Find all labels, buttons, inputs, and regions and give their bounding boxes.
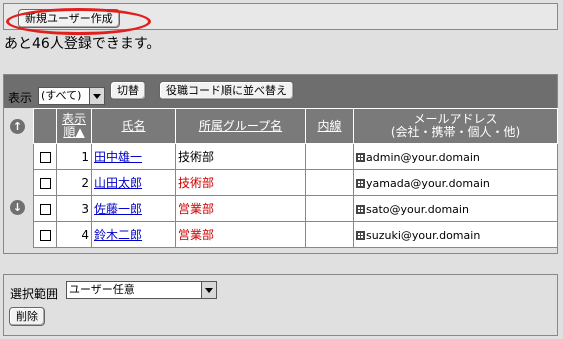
company-building-icon bbox=[356, 230, 365, 240]
company-building-icon bbox=[356, 152, 365, 162]
top-bar: 新規ユーザー作成 bbox=[3, 3, 558, 35]
row-extension bbox=[305, 195, 354, 222]
order-column-header[interactable]: 表示順▲ bbox=[56, 108, 92, 144]
user-name-link[interactable]: 佐藤一郎 bbox=[94, 202, 142, 216]
chevron-down-icon bbox=[201, 282, 216, 298]
display-filter-value: (すべて) bbox=[41, 89, 82, 102]
row-group: 営業部 bbox=[175, 195, 306, 222]
row-group: 営業部 bbox=[175, 221, 306, 248]
row-email: yamada@your.domain bbox=[366, 176, 490, 190]
row-order: 1 bbox=[56, 143, 92, 170]
extension-sort-link[interactable]: 内線 bbox=[317, 119, 341, 133]
selection-range-label: 選択範囲 bbox=[10, 287, 59, 301]
row-email: suzuki@your.domain bbox=[366, 228, 481, 242]
switch-button[interactable]: 切替 bbox=[110, 81, 146, 100]
table-row: 3 佐藤一郎 営業部 sato@your.domain bbox=[33, 195, 558, 222]
row-checkbox[interactable] bbox=[39, 151, 51, 163]
table-row: 2 山田太郎 技術部 yamada@your.domain bbox=[33, 169, 558, 196]
new-user-button[interactable]: 新規ユーザー作成 bbox=[18, 9, 120, 28]
table-row: 4 鈴木二郎 営業部 suzuki@your.domain bbox=[33, 221, 558, 248]
list-toolbar: 表示 (すべて) 切替 役職コード順に並べ替え bbox=[4, 75, 557, 108]
select-column-header bbox=[33, 108, 57, 144]
row-order: 2 bbox=[56, 169, 92, 196]
selection-range-select[interactable]: ユーザー任意 bbox=[66, 281, 217, 299]
row-extension bbox=[305, 169, 354, 196]
row-group: 技術部 bbox=[175, 143, 306, 170]
row-group: 技術部 bbox=[175, 169, 306, 196]
sort-by-position-button[interactable]: 役職コード順に並べ替え bbox=[159, 81, 294, 100]
display-label: 表示 bbox=[8, 91, 33, 105]
row-order: 4 bbox=[56, 221, 92, 248]
row-checkbox[interactable] bbox=[39, 177, 51, 189]
user-list-panel: 表示 (すべて) 切替 役職コード順に並べ替え ↑ ↓ 表示順▲ 氏名 所属グル… bbox=[3, 74, 558, 254]
group-sort-link[interactable]: 所属グループ名 bbox=[199, 119, 282, 133]
row-email: sato@your.domain bbox=[366, 202, 469, 216]
row-checkbox[interactable] bbox=[39, 229, 51, 241]
table-row: 1 田中雄一 技術部 admin@your.domain bbox=[33, 143, 558, 170]
group-column-header[interactable]: 所属グループ名 bbox=[175, 108, 306, 144]
company-building-icon bbox=[356, 178, 365, 188]
user-name-link[interactable]: 田中雄一 bbox=[94, 150, 142, 164]
table-header-row: 表示順▲ 氏名 所属グループ名 内線 メールアドレス (会社・携帯・個人・他) bbox=[33, 108, 558, 144]
row-extension bbox=[305, 143, 354, 170]
move-up-icon[interactable]: ↑ bbox=[10, 119, 25, 134]
row-order: 3 bbox=[56, 195, 92, 222]
name-column-header[interactable]: 氏名 bbox=[91, 108, 176, 144]
user-table: 表示順▲ 氏名 所属グループ名 内線 メールアドレス (会社・携帯・個人・他) bbox=[33, 108, 558, 248]
row-extension bbox=[305, 221, 354, 248]
selection-range-value: ユーザー任意 bbox=[69, 283, 135, 296]
extension-column-header[interactable]: 内線 bbox=[305, 108, 354, 144]
delete-button[interactable]: 削除 bbox=[9, 307, 45, 326]
email-header-line1: メールアドレス bbox=[413, 112, 498, 126]
user-name-link[interactable]: 山田太郎 bbox=[94, 176, 142, 190]
bulk-action-panel: 選択範囲 ユーザー任意 削除 bbox=[3, 274, 558, 336]
chevron-down-icon bbox=[89, 88, 104, 104]
name-sort-link[interactable]: 氏名 bbox=[121, 119, 145, 133]
user-name-link[interactable]: 鈴木二郎 bbox=[94, 228, 142, 242]
display-filter-select[interactable]: (すべて) bbox=[38, 87, 105, 105]
email-header-line2: (会社・携帯・個人・他) bbox=[390, 125, 521, 139]
email-column-header: メールアドレス (会社・携帯・個人・他) bbox=[353, 108, 558, 144]
company-building-icon bbox=[356, 204, 365, 214]
reorder-controls: ↑ ↓ bbox=[4, 108, 33, 254]
remaining-count-text: あと46人登録できます。 bbox=[4, 36, 161, 52]
row-checkbox[interactable] bbox=[39, 203, 51, 215]
move-down-icon[interactable]: ↓ bbox=[10, 200, 25, 215]
row-email: admin@your.domain bbox=[366, 150, 480, 164]
order-sort-link[interactable]: 表示順▲ bbox=[62, 112, 86, 139]
